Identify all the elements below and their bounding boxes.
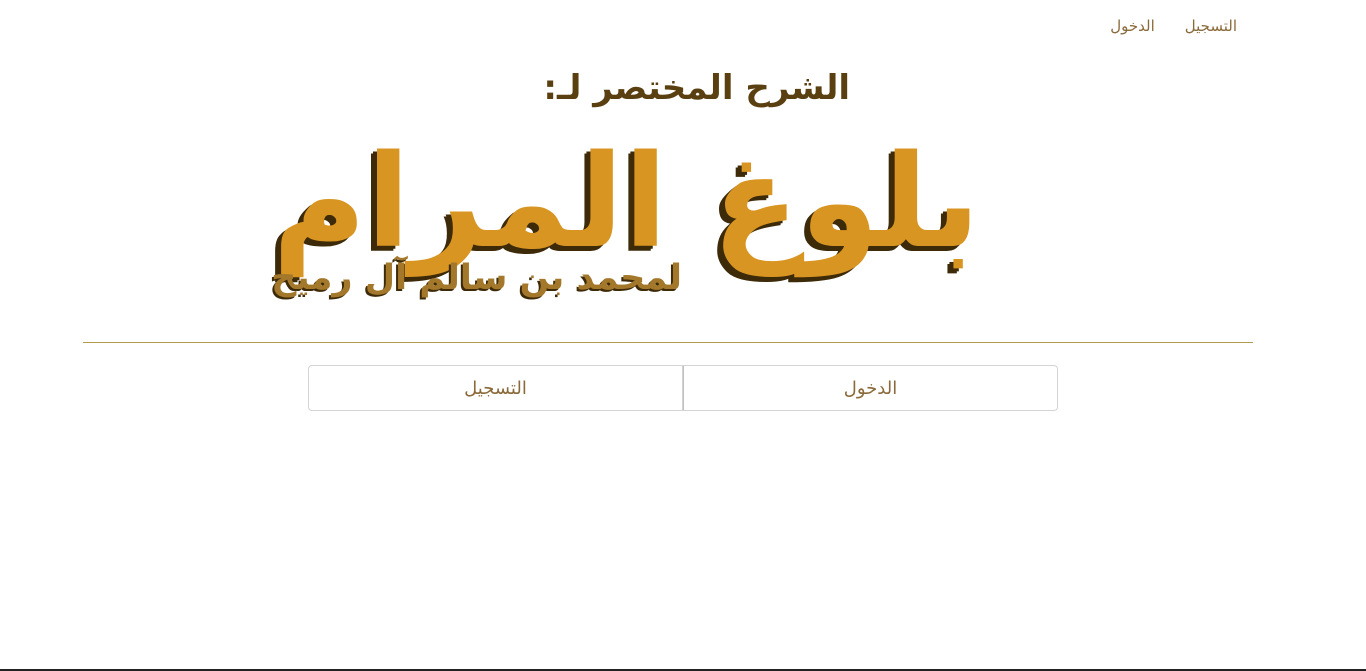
page: الدخول التسجيل الشرح المختصر لـ: بلوغ ال… [0, 0, 1366, 671]
logo-subtitle: الشرح المختصر لـ: [543, 68, 850, 108]
login-button[interactable]: الدخول [683, 365, 1058, 411]
site-logo: الشرح المختصر لـ: بلوغ المرام لمحمد بن س… [0, 0, 1366, 330]
divider [83, 342, 1253, 343]
logo-author: لمحمد بن سالم آل رميح [271, 258, 682, 298]
register-button[interactable]: التسجيل [308, 365, 683, 411]
auth-button-group: التسجيل الدخول [308, 365, 1058, 411]
